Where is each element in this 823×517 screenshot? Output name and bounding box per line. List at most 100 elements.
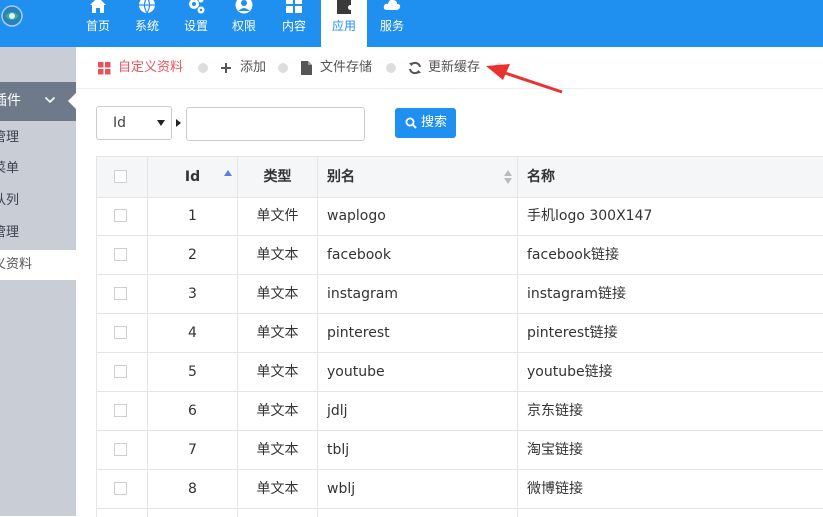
search-button-label: 搜索 (421, 115, 448, 130)
row-type: 单文本 (256, 442, 299, 458)
refresh-cache-button[interactable]: 更新缓存 (428, 58, 480, 78)
nav-item-permissions[interactable]: 权限 (221, 0, 267, 47)
header-id-cell[interactable]: Id (148, 157, 238, 197)
data-table: Id 类型 别名 名称 1 单文件 waplogo 手机logo 300X147… (96, 156, 823, 517)
row-alias: facebook (327, 247, 391, 263)
search-input[interactable] (186, 107, 365, 141)
table-row[interactable]: 8 单文本 wblj 微博链接 (97, 470, 823, 509)
refresh-icon (409, 61, 421, 75)
custom-data-link[interactable]: 自定义资料 (118, 58, 183, 78)
sidebar-item-label: 队列 (0, 193, 20, 208)
table-row[interactable]: 1 单文件 waplogo 手机logo 300X147 (97, 197, 823, 236)
row-type: 单文件 (256, 208, 299, 224)
nav-item-apps[interactable]: 应用 (321, 0, 367, 47)
row-name: youtube链接 (527, 364, 613, 380)
row-name: 京东链接 (527, 403, 583, 419)
nav-item-label: 首页 (85, 19, 110, 33)
sidebar-item-queue[interactable]: 队列 (0, 186, 76, 216)
table-row[interactable]: 2 单文本 facebook facebook链接 (97, 236, 823, 275)
header-alias: 别名 (327, 169, 355, 185)
row-id: 5 (188, 364, 197, 380)
table-row[interactable]: 5 单文本 youtube youtube链接 (97, 353, 823, 392)
nav-item-label: 权限 (231, 19, 256, 33)
table-header-row: Id 类型 别名 名称 (97, 157, 823, 198)
row-id: 1 (188, 208, 197, 224)
table-row[interactable]: 7 单文本 tblj 淘宝链接 (97, 431, 823, 470)
row-checkbox[interactable] (114, 443, 127, 456)
sidebar-item-manage-2[interactable]: 管理 (0, 218, 76, 248)
header-name-cell: 名称 (518, 157, 823, 197)
grid-icon (98, 62, 111, 75)
add-button[interactable]: 添加 (240, 58, 266, 78)
row-checkbox[interactable] (114, 248, 127, 261)
separator-dot (386, 63, 396, 73)
gears-icon (189, 0, 205, 14)
table-row[interactable]: 4 单文本 pinterest pinterest链接 (97, 314, 823, 353)
table-row[interactable]: 3 单文本 instagram instagram链接 (97, 275, 823, 314)
sidebar-group-label: 插件 (0, 93, 21, 109)
row-id: 7 (188, 442, 197, 458)
row-checkbox[interactable] (114, 287, 127, 300)
cloud-icon (383, 0, 401, 10)
sidebar-item-label: 义资料 (0, 257, 33, 272)
row-alias: instagram (327, 286, 398, 302)
table-row[interactable]: 6 单文本 jdlj 京东链接 (97, 392, 823, 431)
nav-item-content[interactable]: 内容 (271, 0, 317, 47)
row-name: 淘宝链接 (527, 442, 583, 458)
sidebar-item-manage[interactable]: 管理 (0, 123, 76, 153)
row-id: 6 (188, 403, 197, 419)
grid-icon (286, 0, 302, 13)
nav-item-label: 服务 (379, 19, 404, 33)
row-type: 单文本 (256, 325, 299, 341)
sidebar-item-label: 管理 (0, 130, 20, 145)
nav-item-label: 系统 (134, 19, 159, 33)
search-button[interactable]: 搜索 (395, 108, 456, 138)
header-checkbox-cell (97, 157, 148, 197)
nav-item-home[interactable]: 首页 (75, 0, 121, 47)
separator-dot (278, 63, 288, 73)
sidebar-item-custom-data[interactable]: 义资料 (0, 250, 76, 280)
nav-item-label: 设置 (183, 19, 208, 33)
logo-icon (1, 5, 23, 27)
nav-item-system[interactable]: 系统 (124, 0, 170, 47)
sort-desc-icon (504, 178, 512, 184)
row-checkbox[interactable] (114, 209, 127, 222)
nav-item-services[interactable]: 服务 (369, 0, 415, 47)
sidebar-group-plugins[interactable]: 插件 (0, 82, 76, 121)
separator-dot (494, 63, 504, 73)
row-name: 微博链接 (527, 481, 583, 497)
row-alias: tblj (327, 442, 350, 458)
nav-item-settings[interactable]: 设置 (173, 0, 219, 47)
sidebar-item-menu[interactable]: 菜单 (0, 154, 76, 184)
row-type: 单文本 (256, 286, 299, 302)
toolbar-divider (76, 88, 823, 89)
header-name: 名称 (527, 169, 555, 185)
file-icon (301, 61, 312, 75)
row-id: 8 (188, 481, 197, 497)
row-checkbox[interactable] (114, 404, 127, 417)
puzzle-icon (337, 0, 351, 14)
globe-icon (139, 0, 155, 14)
sort-asc-icon (224, 170, 232, 176)
row-id: 2 (188, 247, 197, 263)
row-alias: youtube (327, 364, 385, 380)
caret-down-icon (157, 120, 165, 126)
row-type: 单文本 (256, 403, 299, 419)
file-storage-link[interactable]: 文件存储 (320, 58, 372, 78)
select-all-checkbox[interactable] (114, 170, 127, 183)
row-name: facebook链接 (527, 247, 619, 263)
search-field-select[interactable]: Id (96, 106, 172, 140)
row-id: 4 (188, 325, 197, 341)
chevron-down-icon (44, 96, 56, 104)
row-checkbox[interactable] (114, 326, 127, 339)
row-checkbox[interactable] (114, 482, 127, 495)
row-alias: wblj (327, 481, 356, 497)
header-alias-cell[interactable]: 别名 (318, 157, 518, 197)
toolbar: 自定义资料 添加 文件存储 更新缓存 (96, 58, 816, 78)
row-type: 单文本 (256, 364, 299, 380)
sidebar: 插件 管理 菜单 队列 管理 义资料 (0, 47, 76, 516)
row-checkbox[interactable] (114, 365, 127, 378)
row-type: 单文本 (256, 481, 299, 497)
sidebar-item-label: 管理 (0, 225, 20, 240)
row-type: 单文本 (256, 247, 299, 263)
